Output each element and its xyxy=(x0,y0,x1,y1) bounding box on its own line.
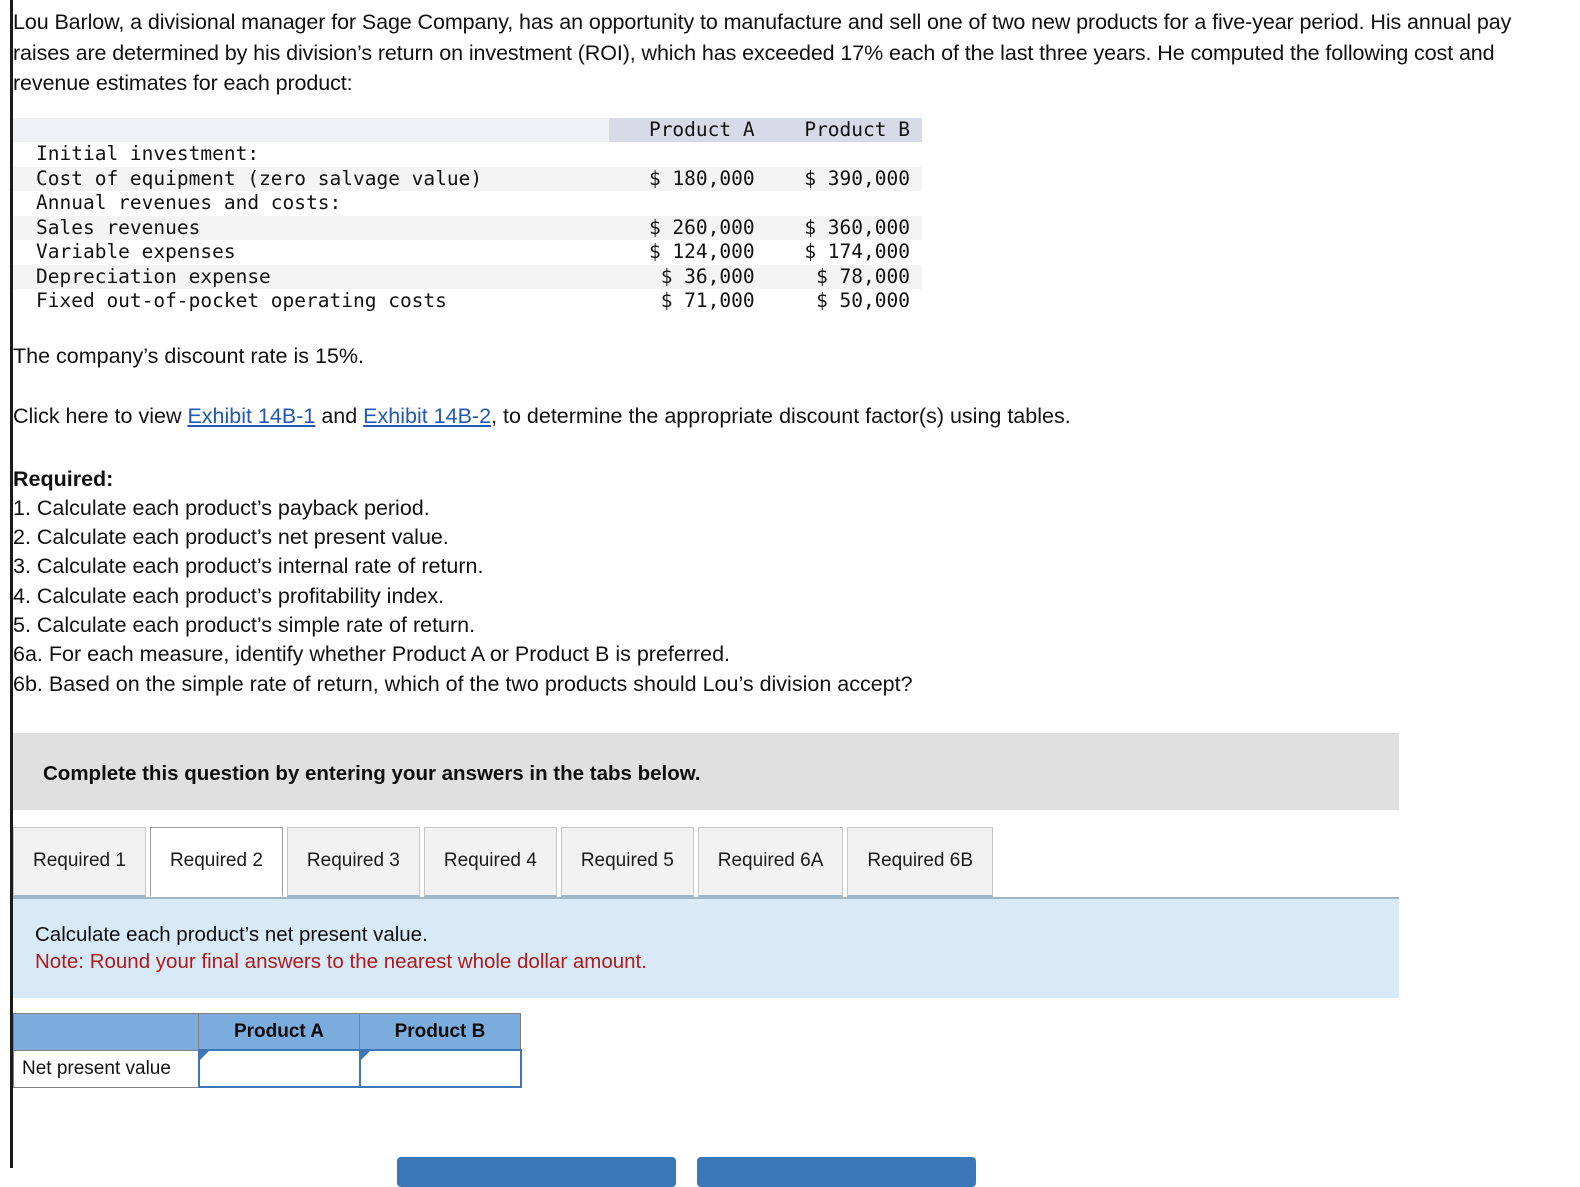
estimates-header-product-b: Product B xyxy=(804,117,910,141)
next-button[interactable] xyxy=(697,1157,976,1187)
table-header-row: Product A Product B xyxy=(13,117,922,142)
required-heading: Required: xyxy=(13,466,114,491)
row-value-b: $ 174,000 xyxy=(804,240,910,263)
row-value-a: $ 71,000 xyxy=(660,289,755,312)
estimates-table: Product A Product B Initial investment: … xyxy=(13,117,922,314)
required-item-2: 2. Calculate each product’s net present … xyxy=(13,525,449,550)
row-value-b: $ 390,000 xyxy=(804,166,910,190)
row-label: Sales revenues xyxy=(36,215,201,239)
exhibit-links-suffix: , to determine the appropriate discount … xyxy=(491,403,1071,428)
row-value-b xyxy=(765,142,922,167)
answer-table: Product A Product B Net present value xyxy=(13,1012,522,1089)
instruction-prompt: Calculate each product’s net present val… xyxy=(35,922,428,946)
row-label: Fixed out-of-pocket operating costs xyxy=(36,289,447,312)
complete-question-banner: Complete this question by entering your … xyxy=(13,732,1399,810)
npv-product-a-input[interactable] xyxy=(199,1051,359,1087)
answer-header-row: Product A Product B xyxy=(13,1012,521,1051)
tab-required-6b[interactable]: Required 6B xyxy=(847,826,994,897)
answer-blank-header xyxy=(13,1012,199,1051)
footer-button-row xyxy=(397,1157,976,1187)
row-value-a: $ 180,000 xyxy=(648,166,755,190)
answer-header-product-a: Product A xyxy=(198,1012,360,1051)
row-value-b: $ 360,000 xyxy=(804,215,910,239)
requirement-tabs: Required 1 Required 2 Required 3 Require… xyxy=(13,826,1399,899)
table-row: Annual revenues and costs: xyxy=(13,191,922,216)
npv-product-b-cell[interactable] xyxy=(358,1049,522,1089)
npv-product-b-input[interactable] xyxy=(360,1051,520,1087)
tab-required-5[interactable]: Required 5 xyxy=(560,826,694,897)
row-value-a: $ 260,000 xyxy=(648,215,755,239)
table-row: Sales revenues $ 260,000 $ 360,000 xyxy=(13,215,922,240)
tab-required-6a[interactable]: Required 6A xyxy=(697,826,844,897)
row-label: Annual revenues and costs: xyxy=(36,191,342,214)
row-value-a: $ 124,000 xyxy=(648,240,755,263)
answer-table-wrapper: Product A Product B Net present value xyxy=(13,1012,1580,1089)
tab-required-3[interactable]: Required 3 xyxy=(286,826,420,897)
discount-rate-text: The company’s discount rate is 15%. xyxy=(13,343,364,368)
table-row: Variable expenses $ 124,000 $ 174,000 xyxy=(13,240,922,265)
answer-table-body: Product A Product B Net present value xyxy=(13,1012,522,1089)
exhibit-links-line: Click here to view Exhibit 14B-1 and Exh… xyxy=(13,401,1580,431)
row-value-a: $ 36,000 xyxy=(660,264,755,288)
exhibit-14b-1-link[interactable]: Exhibit 14B-1 xyxy=(187,404,315,428)
row-value-b: $ 78,000 xyxy=(816,264,910,288)
required-item-6b: 6b. Based on the simple rate of return, … xyxy=(13,671,913,696)
required-item-5: 5. Calculate each product’s simple rate … xyxy=(13,612,476,637)
table-row: Cost of equipment (zero salvage value) $… xyxy=(13,166,922,191)
tab-required-1[interactable]: Required 1 xyxy=(13,826,146,897)
answer-row-label: Net present value xyxy=(13,1049,199,1088)
estimates-header-product-a: Product A xyxy=(648,117,755,141)
row-value-a xyxy=(609,191,764,216)
required-item-6a: 6a. For each measure, identify whether P… xyxy=(13,642,731,667)
row-label: Cost of equipment (zero salvage value) xyxy=(36,166,483,190)
exhibit-14b-2-link[interactable]: Exhibit 14B-2 xyxy=(363,404,491,428)
instruction-panel: Calculate each product’s net present val… xyxy=(13,898,1399,998)
row-value-b: $ 50,000 xyxy=(816,289,910,312)
row-value-a xyxy=(609,142,764,167)
table-row: Initial investment: xyxy=(13,142,922,167)
exhibit-links-prefix: Click here to view xyxy=(13,403,188,428)
question-page: Lou Barlow, a divisional manager for Sag… xyxy=(13,0,1580,1168)
row-value-b xyxy=(765,191,922,216)
banner-text: Complete this question by entering your … xyxy=(43,761,701,785)
table-row: Depreciation expense $ 36,000 $ 78,000 xyxy=(13,264,922,289)
required-item-4: 4. Calculate each product’s profitabilit… xyxy=(13,583,445,608)
previous-button[interactable] xyxy=(397,1157,676,1187)
estimates-blank-header xyxy=(13,117,610,142)
tab-required-4[interactable]: Required 4 xyxy=(423,826,557,897)
row-label: Initial investment: xyxy=(36,142,260,165)
required-item-3: 3. Calculate each product’s internal rat… xyxy=(13,554,484,579)
exhibit-links-middle: and xyxy=(315,403,364,428)
row-label: Variable expenses xyxy=(36,240,236,263)
problem-statement: Lou Barlow, a divisional manager for Sag… xyxy=(13,10,1512,95)
table-row: Fixed out-of-pocket operating costs $ 71… xyxy=(13,289,922,314)
instruction-note: Note: Round your final answers to the ne… xyxy=(35,949,647,973)
estimates-table-body: Product A Product B Initial investment: … xyxy=(13,117,922,314)
required-list: Required: 1. Calculate each product’s pa… xyxy=(13,465,1580,699)
estimates-table-wrapper: Product A Product B Initial investment: … xyxy=(13,117,922,314)
row-label: Depreciation expense xyxy=(36,264,271,288)
answer-row-net-present-value: Net present value xyxy=(13,1049,522,1089)
answer-header-product-b: Product B xyxy=(359,1012,521,1051)
npv-product-a-cell[interactable] xyxy=(197,1049,361,1089)
tab-required-2[interactable]: Required 2 xyxy=(149,826,283,897)
required-item-1: 1. Calculate each product’s payback peri… xyxy=(13,495,430,520)
